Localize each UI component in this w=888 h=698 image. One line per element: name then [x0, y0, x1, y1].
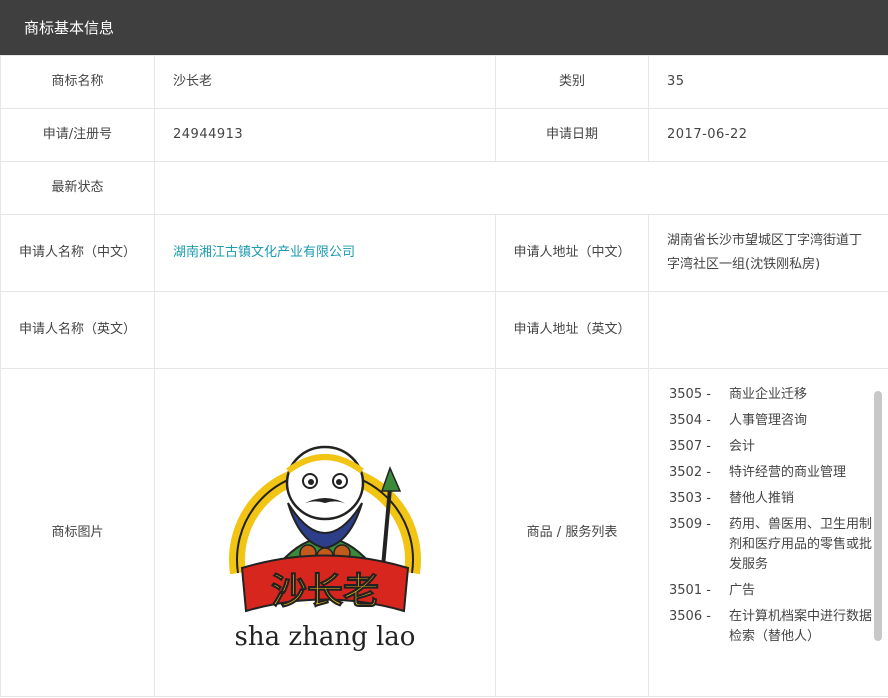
service-code: 3503 -: [669, 490, 711, 506]
table-row: 申请人名称（英文） 申请人地址（英文）: [0, 291, 888, 369]
service-code: 3505 -: [669, 386, 711, 402]
service-code: 3504 -: [669, 412, 711, 428]
status-value: [154, 161, 888, 215]
trademark-logo: 沙长老 sha zhang lao: [229, 445, 421, 652]
reg-no-label: 申请/注册号: [0, 108, 155, 162]
service-name: 在计算机档案中进行数据检索（替他人）: [729, 608, 873, 644]
service-item: 3509 - 药用、兽医用、卫生用制剂和医疗用品的零售或批发服务: [669, 515, 888, 575]
services-label: 商品 / 服务列表: [495, 368, 649, 697]
address-cn-label: 申请人地址（中文）: [495, 214, 649, 292]
service-item: 3502 - 特许经营的商业管理: [669, 463, 888, 483]
trademark-name-label: 商标名称: [0, 55, 155, 109]
applicant-cn-label: 申请人名称（中文）: [0, 214, 155, 292]
trademark-image-cell: 沙长老 sha zhang lao: [154, 368, 496, 697]
service-item: 3507 - 会计: [669, 437, 888, 457]
service-name: 替他人推销: [729, 490, 795, 506]
services-scrollbar[interactable]: [874, 390, 882, 641]
service-name: 人事管理咨询: [729, 412, 808, 428]
address-en-value: [648, 291, 888, 369]
address-en-label: 申请人地址（英文）: [495, 291, 649, 369]
apply-date-label: 申请日期: [495, 108, 649, 162]
class-label: 类别: [495, 55, 649, 109]
service-item: 3505 - 商业企业迁移: [669, 385, 888, 405]
service-code: 3509 -: [669, 516, 711, 532]
table-row: 申请/注册号 24944913 申请日期 2017-06-22: [0, 108, 888, 162]
service-name: 广告: [729, 582, 756, 598]
table-row: 最新状态: [0, 161, 888, 215]
service-name: 特许经营的商业管理: [729, 464, 847, 480]
service-name: 商业企业迁移: [729, 386, 808, 402]
table-row: 申请人名称（中文） 湖南湘江古镇文化产业有限公司 申请人地址（中文） 湖南省长沙…: [0, 214, 888, 292]
apply-date-value: 2017-06-22: [648, 108, 888, 162]
applicant-en-value: [154, 291, 496, 369]
applicant-en-label: 申请人名称（英文）: [0, 291, 155, 369]
reg-no-value: 24944913: [154, 108, 496, 162]
service-name: 药用、兽医用、卫生用制剂和医疗用品的零售或批发服务: [729, 516, 873, 572]
section-header: 商标基本信息: [0, 0, 888, 55]
logo-chinese-text: 沙长老: [271, 570, 379, 612]
service-item: 3503 - 替他人推销: [669, 489, 888, 509]
service-code: 3507 -: [669, 438, 711, 454]
service-name: 会计: [729, 438, 756, 454]
status-label: 最新状态: [0, 161, 155, 215]
service-code: 3506 -: [669, 608, 711, 624]
trademark-info-table: 商标名称 沙长老 类别 35 申请/注册号 24944913 申请日期 2017…: [0, 55, 888, 697]
services-cell: 3505 - 商业企业迁移 3504 - 人事管理咨询 3507 - 会计 3502 - 特许…: [648, 368, 888, 697]
table-row: 商标名称 沙长老 类别 35: [0, 55, 888, 109]
services-list[interactable]: 3505 - 商业企业迁移 3504 - 人事管理咨询 3507 - 会计 3502 - 特许…: [649, 373, 888, 693]
service-item: 3504 - 人事管理咨询: [669, 411, 888, 431]
section-title: 商标基本信息: [24, 19, 115, 37]
applicant-cn-link[interactable]: 湖南湘江古镇文化产业有限公司: [154, 214, 496, 292]
image-label: 商标图片: [0, 368, 155, 697]
service-item: 3506 - 在计算机档案中进行数据检索（替他人）: [669, 607, 888, 647]
table-row: 商标图片 沙长老 sha zhang lao 商品 / 服务列表 3505 - …: [0, 368, 888, 697]
service-code: 3502 -: [669, 464, 711, 480]
logo-pinyin-text: sha zhang lao: [235, 622, 416, 652]
service-item: 3501 - 广告: [669, 581, 888, 601]
service-code: 3501 -: [669, 582, 711, 598]
address-cn-value: 湖南省长沙市望城区丁字湾街道丁字湾社区一组(沈铁刚私房): [648, 214, 888, 292]
class-value: 35: [648, 55, 888, 109]
trademark-name-value: 沙长老: [154, 55, 496, 109]
